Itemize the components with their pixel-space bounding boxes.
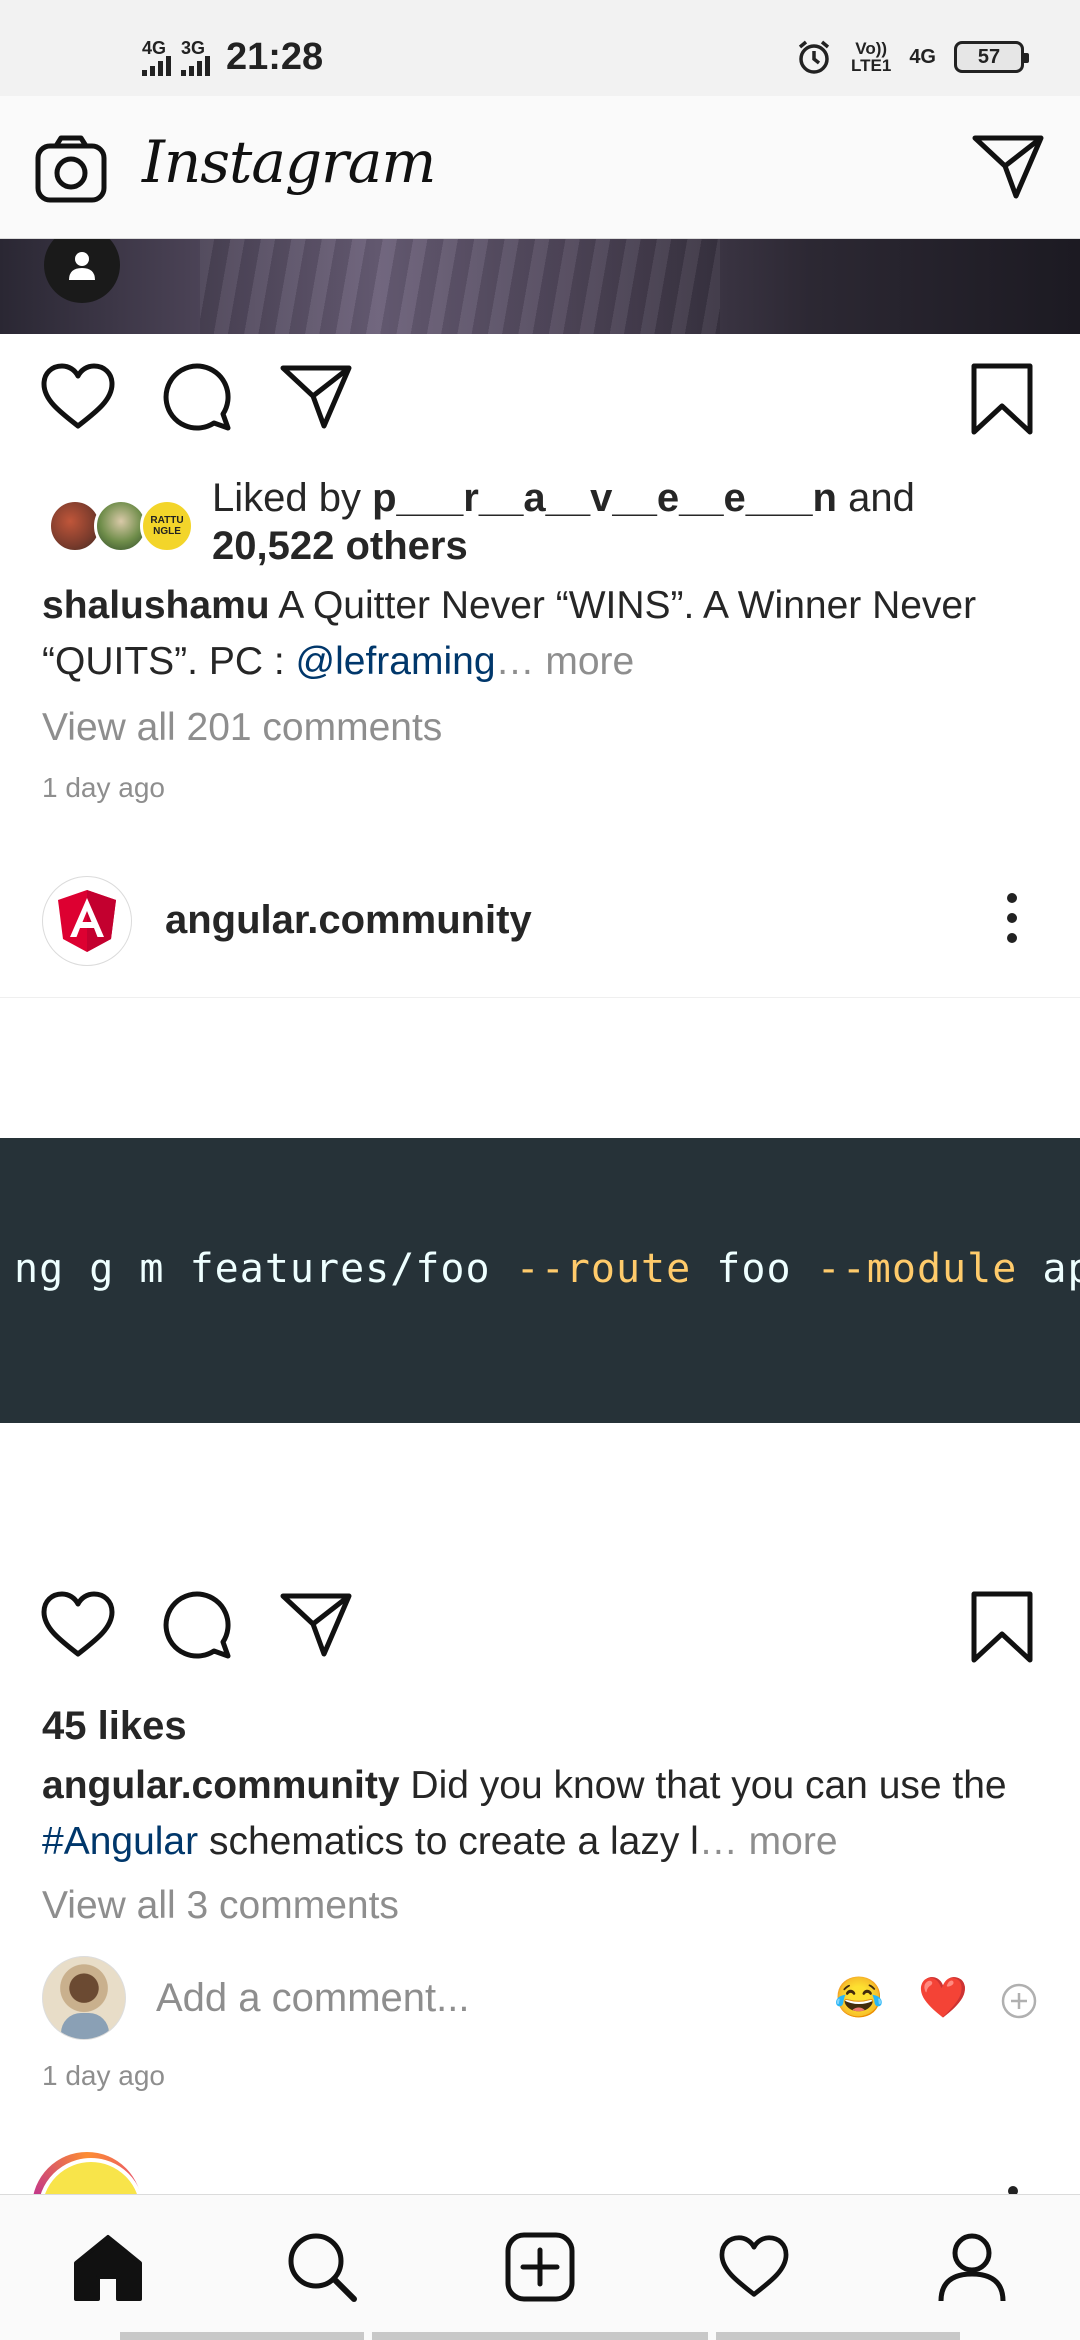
add-reaction-icon[interactable] xyxy=(1000,1982,1038,2020)
post-image[interactable]: ng g m features/foo --route foo --module… xyxy=(0,998,1080,1568)
liked-by-text: Liked by p___r__a__v__e__e___n and 20,52… xyxy=(212,474,915,570)
sim2-signal: 3G xyxy=(181,37,210,76)
post-username[interactable]: angular.community xyxy=(165,898,532,943)
activity-icon xyxy=(719,2235,789,2297)
volte-line1: Vo)) xyxy=(855,39,888,58)
top-app-bar: Instagram xyxy=(0,96,1080,239)
status-left: 4G 3G 21:28 xyxy=(142,36,323,79)
post-caption: angular.community Did you know that you … xyxy=(42,1758,1042,1870)
liked-by-username[interactable]: p___r__a__v__e__e___n xyxy=(372,476,837,520)
liker-avatar-text: RATTU xyxy=(150,515,184,526)
status-right: Vo)) LTE1 4G 57 xyxy=(795,38,1029,76)
status-bar: 4G 3G 21:28 Vo)) LTE1 4G 57 xyxy=(0,0,1080,96)
instagram-logo: Instagram xyxy=(142,128,436,196)
post-image[interactable] xyxy=(0,239,1080,334)
caption-hashtag[interactable]: #Angular xyxy=(42,1820,198,1863)
caption-username[interactable]: shalushamu xyxy=(42,584,270,627)
add-comment-row: Add a comment... 😂 ❤️ xyxy=(0,1956,1080,2046)
data-network-label: 4G xyxy=(909,46,936,68)
view-all-comments[interactable]: View all 3 comments xyxy=(42,1884,399,1928)
add-comment-input[interactable]: Add a comment... xyxy=(156,1976,469,2021)
nav-new-post[interactable] xyxy=(504,2231,576,2303)
alarm-icon xyxy=(798,40,830,74)
direct-message-icon[interactable] xyxy=(972,132,1044,200)
nav-activity[interactable] xyxy=(718,2231,790,2303)
caption-text: Did you know that you can use the xyxy=(410,1764,1007,1807)
code-flag: --module xyxy=(816,1246,1018,1292)
liked-by-row[interactable]: RATTU NGLE Liked by p___r__a__v__e__e___… xyxy=(48,474,915,570)
battery-icon: 57 xyxy=(954,41,1029,73)
like-icon[interactable] xyxy=(40,362,116,432)
sim1-network-label: 4G xyxy=(142,37,167,58)
comment-icon[interactable] xyxy=(162,1590,232,1660)
code-segment: app xyxy=(1042,1246,1080,1292)
quick-reaction-laugh[interactable]: 😂 xyxy=(834,1974,884,2022)
camera-icon[interactable] xyxy=(34,134,108,204)
like-icon[interactable] xyxy=(40,1590,116,1660)
caption-text: schematics to create a lazy l xyxy=(208,1820,699,1863)
gesture-bar xyxy=(120,2332,364,2340)
nav-search[interactable] xyxy=(286,2231,358,2303)
save-icon[interactable] xyxy=(970,1590,1034,1664)
code-flag: --route xyxy=(515,1246,692,1292)
comment-icon[interactable] xyxy=(162,362,232,432)
nav-profile[interactable] xyxy=(936,2231,1008,2303)
gesture-bar xyxy=(716,2332,960,2340)
code-line: ng g m features/foo --route foo --module… xyxy=(14,1246,1080,1292)
post-caption: shalushamu A Quitter Never “WINS”. A Win… xyxy=(42,578,1042,690)
liked-by-prefix: Liked by xyxy=(212,476,361,520)
caption-more-link[interactable]: … more xyxy=(699,1820,838,1863)
home-icon xyxy=(74,2235,142,2301)
post-time: 1 day ago xyxy=(42,772,165,803)
post-actions xyxy=(0,334,1080,444)
share-icon[interactable] xyxy=(280,362,352,430)
liker-avatar-text: NGLE xyxy=(153,526,181,537)
volte-line2: LTE1 xyxy=(851,56,892,75)
nav-home[interactable] xyxy=(72,2231,144,2303)
view-all-comments[interactable]: View all 201 comments xyxy=(42,706,442,750)
post-header: angular.community xyxy=(0,868,1080,998)
quick-reaction-heart[interactable]: ❤️ xyxy=(918,1974,968,2022)
caption-mention[interactable]: @leframing xyxy=(296,640,496,683)
post-time: 1 day ago xyxy=(42,2060,165,2091)
liker-avatar: RATTU NGLE xyxy=(140,499,194,553)
new-post-icon xyxy=(505,2232,575,2302)
volte-indicator: Vo)) LTE1 xyxy=(851,40,891,74)
search-icon xyxy=(288,2233,357,2302)
angular-logo-icon xyxy=(58,890,116,952)
code-segment: ng g m features/foo xyxy=(14,1246,516,1292)
sim1-signal: 4G xyxy=(142,37,171,76)
save-icon[interactable] xyxy=(970,362,1034,436)
likes-count[interactable]: 45 likes xyxy=(42,1698,1042,1754)
gesture-bar xyxy=(372,2332,708,2340)
my-avatar xyxy=(42,1956,126,2040)
caption-more-link[interactable]: … more xyxy=(496,640,635,683)
profile-icon xyxy=(938,2233,1006,2302)
angular-avatar[interactable] xyxy=(42,876,132,966)
post-actions xyxy=(0,1562,1080,1672)
caption-username[interactable]: angular.community xyxy=(42,1764,400,1807)
sim2-network-label: 3G xyxy=(181,37,206,58)
clock: 21:28 xyxy=(226,36,324,78)
share-icon[interactable] xyxy=(280,1590,352,1658)
bottom-navigation xyxy=(0,2194,1080,2340)
signal-bars-icon xyxy=(142,55,171,76)
person-icon xyxy=(69,252,95,280)
code-snippet: ng g m features/foo --route foo --module… xyxy=(0,1138,1080,1423)
code-segment: foo xyxy=(691,1246,817,1292)
liker-avatars: RATTU NGLE xyxy=(48,493,198,553)
tagged-people-icon[interactable] xyxy=(44,239,120,303)
more-options-icon[interactable] xyxy=(1004,893,1020,943)
liked-by-and: and xyxy=(848,476,915,520)
battery-level: 57 xyxy=(977,45,1001,68)
signal-bars-icon xyxy=(181,55,210,76)
liked-by-others[interactable]: 20,522 others xyxy=(212,524,468,568)
